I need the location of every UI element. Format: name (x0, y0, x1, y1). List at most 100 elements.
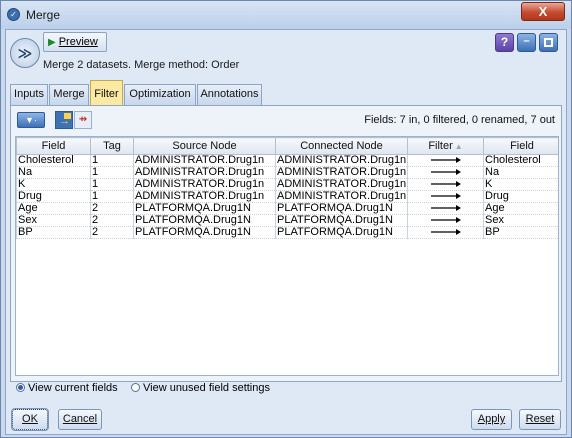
cell-tag: 2 (90, 202, 134, 215)
tab-optimization[interactable]: Optimization (124, 84, 196, 105)
cell-source-node: PLATFORMQA.Drug1N (133, 214, 276, 227)
cell-connected-node: PLATFORMQA.Drug1N (275, 214, 408, 227)
table-row[interactable]: Na 1 ADMINISTRATOR.Drug1n ADMINISTRATOR.Dru… (16, 166, 558, 179)
cell-output-field[interactable]: BP (483, 226, 558, 239)
ok-button[interactable]: OK (11, 408, 49, 431)
cell-source-node: ADMINISTRATOR.Drug1n (133, 178, 276, 191)
pass-through-arrow-icon (430, 205, 461, 212)
apply-button[interactable]: Apply (471, 409, 512, 430)
header-filter-label: Filter (428, 140, 453, 152)
table-row[interactable]: Sex 2 PLATFORMQA.Drug1N PLATFORMQA.Drug1N Se… (16, 214, 558, 227)
tab-annotations[interactable]: Annotations (197, 84, 262, 105)
cell-output-field[interactable]: Age (483, 202, 558, 215)
view-unused-settings-radio[interactable]: View unused field settings (131, 382, 270, 394)
cell-output-field[interactable]: Drug (483, 190, 558, 203)
radio-unselected-icon (131, 383, 140, 392)
crossed-arrow-icon: ⇸ (78, 114, 88, 125)
table-row[interactable]: Cholesterol 1 ADMINISTRATOR.Drug1n ADMINIST… (16, 154, 558, 167)
cell-source-node: ADMINISTRATOR.Drug1n (133, 190, 276, 203)
dialog-body: ≫ ▶ Preview ? – Merge 2 datasets. Merge m… (5, 29, 567, 435)
apply-button-label: Apply (477, 413, 506, 425)
pass-through-arrow-icon (430, 157, 461, 164)
header-source-node[interactable]: Source Node (133, 137, 276, 155)
cell-source-node: ADMINISTRATOR.Drug1n (133, 154, 276, 167)
cell-connected-node: ADMINISTRATOR.Drug1n (275, 190, 408, 203)
view-current-fields-radio[interactable]: View current fields (16, 382, 118, 394)
remove-fields-toggle[interactable]: → (55, 111, 73, 129)
merge-summary: Merge 2 datasets. Merge method: Order (43, 59, 240, 71)
cell-output-field[interactable]: Cholesterol (483, 154, 558, 167)
table-row[interactable]: Drug 1 ADMINISTRATOR.Drug1n ADMINISTRATOR.D… (16, 190, 558, 203)
cell-output-field[interactable]: Sex (483, 214, 558, 227)
cell-field: Drug (16, 190, 91, 203)
app-icon: ✓ (7, 8, 20, 21)
ok-button-label: OK (22, 413, 38, 425)
cell-source-node: PLATFORMQA.Drug1N (133, 226, 276, 239)
maximize-button[interactable] (539, 33, 558, 52)
header-tag[interactable]: Tag (90, 137, 134, 155)
view-current-fields-label: View current fields (28, 382, 118, 394)
tab-inputs[interactable]: Inputs (10, 84, 48, 105)
tab-filter[interactable]: Filter (90, 80, 123, 105)
header-connected-node[interactable]: Connected Node (275, 137, 408, 155)
preview-button-label: Preview (58, 36, 98, 48)
filter-toggle-cell[interactable] (407, 178, 484, 191)
filter-toggle-cell[interactable] (407, 190, 484, 203)
view-unused-settings-label: View unused field settings (143, 382, 270, 394)
cell-tag: 1 (90, 154, 134, 167)
preview-button[interactable]: ▶ Preview (43, 32, 107, 52)
cell-tag: 1 (90, 166, 134, 179)
fields-summary: Fields: 7 in, 0 filtered, 0 renamed, 7 o… (364, 114, 555, 126)
cell-connected-node: ADMINISTRATOR.Drug1n (275, 166, 408, 179)
cell-output-field[interactable]: K (483, 178, 558, 191)
cell-field: Sex (16, 214, 91, 227)
cell-connected-node: PLATFORMQA.Drug1N (275, 202, 408, 215)
arrow-icon: → (59, 115, 70, 127)
pass-through-arrow-icon (430, 181, 461, 188)
header-field[interactable]: Field (16, 137, 91, 155)
cell-field: K (16, 178, 91, 191)
cell-connected-node: PLATFORMQA.Drug1N (275, 226, 408, 239)
table-row[interactable]: BP 2 PLATFORMQA.Drug1N PLATFORMQA.Drug1N BP (16, 226, 558, 239)
cell-output-field[interactable]: Na (483, 166, 558, 179)
table-row[interactable]: Age 2 PLATFORMQA.Drug1N PLATFORMQA.Drug1N Ag… (16, 202, 558, 215)
play-icon: ▶ (48, 37, 56, 48)
merge-dialog-window: ✓ Merge X ≫ ▶ Preview ? – Merge 2 dataset… (0, 0, 572, 438)
filter-toggle-cell[interactable] (407, 166, 484, 179)
reset-button-label: Reset (525, 413, 555, 425)
cell-tag: 1 (90, 190, 134, 203)
pass-through-arrow-icon (430, 193, 461, 200)
table-header-row: Field Tag Source Node Connected Node Fil… (16, 137, 558, 155)
help-button[interactable]: ? (495, 33, 514, 52)
title-bar[interactable]: ✓ Merge X (1, 1, 571, 29)
cancel-button[interactable]: Cancel (58, 409, 102, 430)
include-fields-toggle[interactable]: ⇸ (74, 111, 92, 129)
table-row[interactable]: K 1 ADMINISTRATOR.Drug1n ADMINISTRATOR.Drug… (16, 178, 558, 191)
field-table: Field Tag Source Node Connected Node Fil… (15, 136, 559, 376)
minimize-button[interactable]: – (517, 33, 536, 52)
window-title: Merge (26, 8, 61, 22)
merge-node-icon: ≫ (10, 38, 40, 68)
cell-field: Cholesterol (16, 154, 91, 167)
filter-toggle-cell[interactable] (407, 226, 484, 239)
filter-toggle-cell[interactable] (407, 214, 484, 227)
pass-through-arrow-icon (430, 217, 461, 224)
cell-connected-node: ADMINISTRATOR.Drug1n (275, 178, 408, 191)
tab-merge[interactable]: Merge (49, 84, 89, 105)
header-output-field[interactable]: Field (483, 137, 558, 155)
filter-toggle-cell[interactable] (407, 202, 484, 215)
filter-options-button[interactable]: ▼· (17, 112, 45, 128)
pass-through-arrow-icon (430, 169, 461, 176)
cell-field: BP (16, 226, 91, 239)
reset-button[interactable]: Reset (519, 409, 561, 430)
filter-toggle-cell[interactable] (407, 154, 484, 167)
header-filter[interactable]: Filter ▲ (407, 137, 484, 155)
close-button[interactable]: X (521, 2, 565, 21)
pass-through-arrow-icon (430, 229, 461, 236)
cell-tag: 2 (90, 226, 134, 239)
cell-source-node: PLATFORMQA.Drug1N (133, 202, 276, 215)
cell-tag: 2 (90, 214, 134, 227)
cell-connected-node: ADMINISTRATOR.Drug1n (275, 154, 408, 167)
cell-field: Age (16, 202, 91, 215)
cell-field: Na (16, 166, 91, 179)
